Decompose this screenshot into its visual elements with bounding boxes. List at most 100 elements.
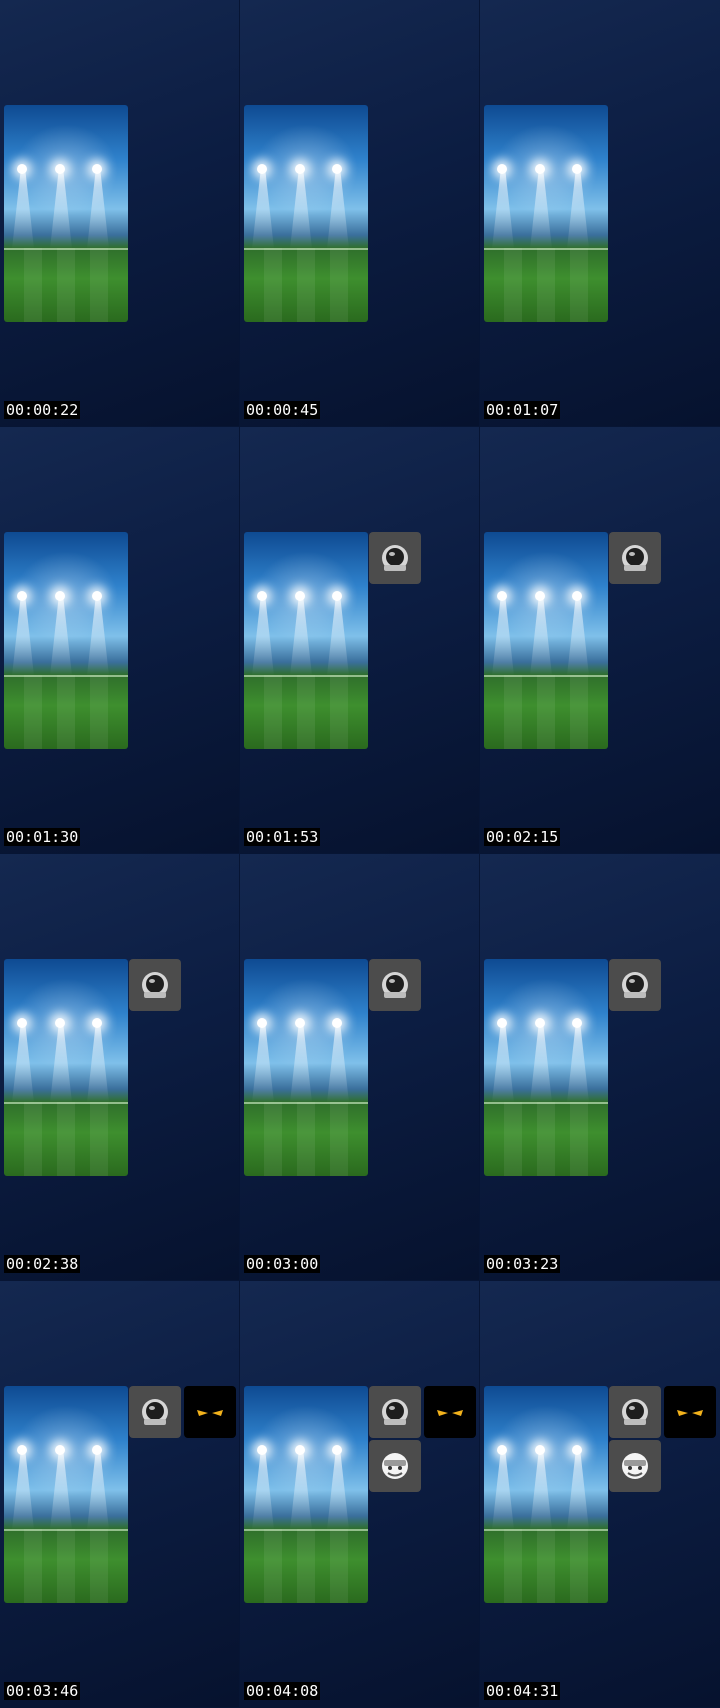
floodlight-beam [87, 596, 109, 676]
pitch-stripe [57, 1102, 75, 1176]
astronaut-avatar[interactable] [609, 959, 661, 1011]
pitch-stripe [297, 1102, 315, 1176]
floodlight [55, 1018, 65, 1028]
floodlight [257, 1018, 267, 1028]
floodlight-beam [252, 1023, 274, 1103]
pitch-stripe [90, 1102, 108, 1176]
stadium-stage [244, 959, 368, 1176]
floodlight [535, 1018, 545, 1028]
floodlight [332, 1445, 342, 1455]
floodlight-beam [327, 1023, 349, 1103]
cartoon-face-avatar[interactable] [609, 1440, 661, 1492]
pitch-line [244, 675, 368, 677]
pitch-stripe [330, 675, 348, 749]
floodlight-beam [12, 596, 34, 676]
floodlight [257, 164, 267, 174]
floodlight [92, 591, 102, 601]
pitch-stripe [297, 675, 315, 749]
floodlight [572, 164, 582, 174]
video-frame: 00:04:31 [480, 1281, 720, 1707]
video-frame: 00:03:00 [240, 854, 479, 1280]
floodlight [55, 591, 65, 601]
floodlight [535, 591, 545, 601]
cartoon-face-avatar[interactable] [369, 1440, 421, 1492]
timestamp-label: 00:02:15 [484, 828, 561, 846]
pitch-stripe [504, 675, 522, 749]
astronaut-avatar[interactable] [369, 532, 421, 584]
floodlight-beam [50, 1450, 72, 1530]
stadium-stage [4, 532, 128, 749]
pitch-stripe [330, 1102, 348, 1176]
pitch-stripe [297, 248, 315, 322]
pitch-stripe [264, 248, 282, 322]
pitch-line [244, 1102, 368, 1104]
video-frame: 00:03:46 [0, 1281, 239, 1707]
video-frame: 00:00:22 [0, 0, 239, 426]
astronaut-avatar[interactable] [129, 959, 181, 1011]
pitch-stripe [24, 248, 42, 322]
pitch-stripe [537, 1529, 555, 1603]
floodlight [17, 591, 27, 601]
floodlight-beam [327, 169, 349, 249]
floodlight [497, 1018, 507, 1028]
floodlight-beam [290, 169, 312, 249]
floodlight [535, 1445, 545, 1455]
floodlight [535, 164, 545, 174]
video-frame: 00:01:53 [240, 427, 479, 853]
astronaut-avatar[interactable] [609, 1386, 661, 1438]
floodlight-beam [492, 1450, 514, 1530]
pitch-stripe [264, 1102, 282, 1176]
pitch-stripe [57, 1529, 75, 1603]
astronaut-avatar[interactable] [609, 532, 661, 584]
floodlight-beam [87, 1023, 109, 1103]
frame-grid: 00:00:22 00:00:45 00:01:07 00:01:30 00:01:53… [0, 0, 720, 1708]
floodlight-beam [290, 1023, 312, 1103]
video-frame: 00:01:07 [480, 0, 720, 426]
stadium-stage [484, 532, 608, 749]
astronaut-avatar[interactable] [369, 959, 421, 1011]
stadium-stage [244, 1386, 368, 1603]
floodlight-beam [567, 169, 589, 249]
floodlight [257, 591, 267, 601]
floodlight [572, 1445, 582, 1455]
floodlight-beam [87, 169, 109, 249]
pitch-stripe [504, 1529, 522, 1603]
timestamp-label: 00:04:31 [484, 1682, 561, 1700]
video-frame: 00:04:08 [240, 1281, 479, 1707]
floodlight-beam [50, 169, 72, 249]
pitch-stripe [24, 675, 42, 749]
stadium-stage [484, 1386, 608, 1603]
floodlight [295, 591, 305, 601]
video-frame: 00:02:38 [0, 854, 239, 1280]
glowing-eyes-avatar[interactable] [184, 1386, 236, 1438]
glowing-eyes-avatar[interactable] [424, 1386, 476, 1438]
pitch-stripe [330, 1529, 348, 1603]
video-frame: 00:03:23 [480, 854, 720, 1280]
floodlight [55, 164, 65, 174]
floodlight [497, 1445, 507, 1455]
timestamp-label: 00:01:07 [484, 401, 561, 419]
pitch-line [484, 675, 608, 677]
pitch-stripe [24, 1102, 42, 1176]
floodlight [572, 1018, 582, 1028]
stadium-stage [484, 105, 608, 322]
pitch-line [244, 1529, 368, 1531]
floodlight [497, 591, 507, 601]
glowing-eyes-avatar[interactable] [664, 1386, 716, 1438]
pitch-stripe [264, 1529, 282, 1603]
pitch-line [484, 248, 608, 250]
floodlight-beam [252, 596, 274, 676]
stadium-stage [4, 1386, 128, 1603]
pitch-stripe [90, 248, 108, 322]
floodlight [92, 1018, 102, 1028]
floodlight-beam [327, 1450, 349, 1530]
floodlight [332, 1018, 342, 1028]
timestamp-label: 00:01:30 [4, 828, 81, 846]
astronaut-avatar[interactable] [369, 1386, 421, 1438]
floodlight [497, 164, 507, 174]
astronaut-avatar[interactable] [129, 1386, 181, 1438]
timestamp-label: 00:03:46 [4, 1682, 81, 1700]
timestamp-label: 00:04:08 [244, 1682, 321, 1700]
floodlight-beam [87, 1450, 109, 1530]
floodlight-beam [492, 596, 514, 676]
